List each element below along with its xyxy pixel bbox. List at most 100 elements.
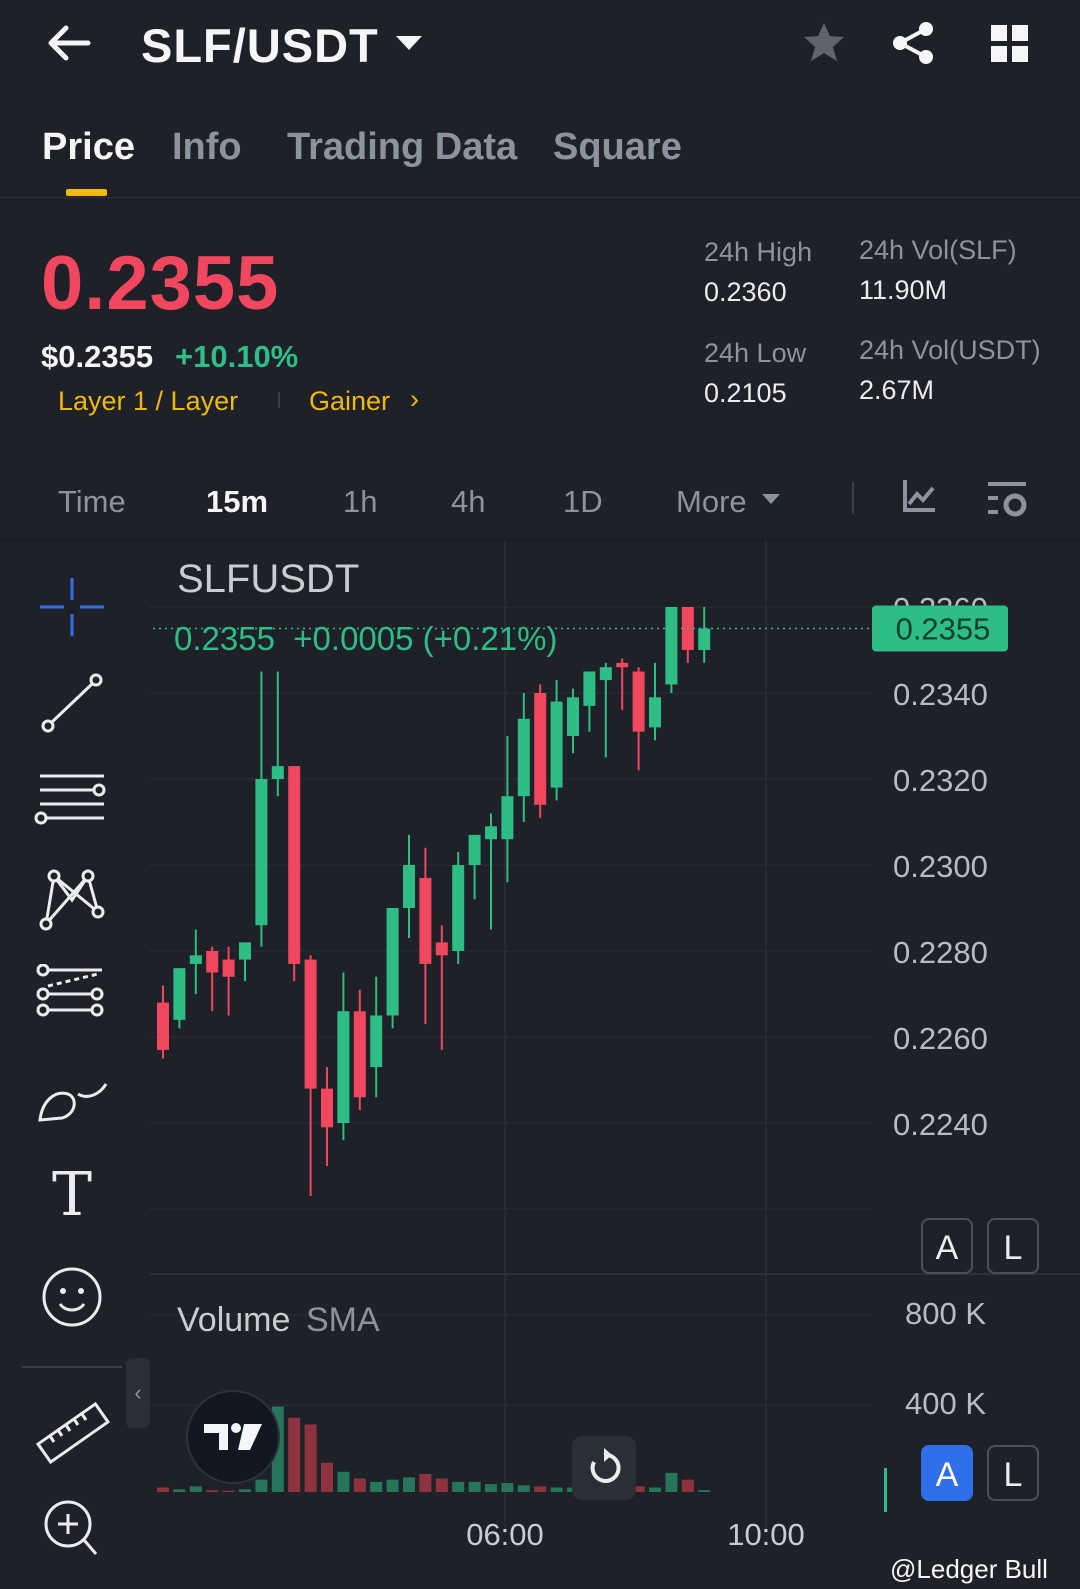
grid-icon[interactable] (990, 24, 1030, 64)
zoom-in-icon[interactable] (32, 1494, 112, 1564)
fib-lines-icon[interactable] (32, 964, 112, 1034)
stat-high-label: 24h High (704, 237, 813, 267)
volume-bar (370, 1481, 383, 1492)
time-axis-0600: 06:00 (466, 1517, 544, 1552)
candle-body (370, 1015, 383, 1068)
stat-vol-usdt-label: 24h Vol(USDT) (859, 335, 1041, 365)
volume-bar (517, 1485, 530, 1492)
volume-axis-800k: 800 K (905, 1296, 986, 1331)
time-axis-1000: 10:00 (727, 1517, 805, 1552)
interval-time[interactable]: Time (58, 484, 126, 520)
log-scale-button[interactable]: L (987, 1218, 1039, 1274)
chevron-right-icon[interactable]: › (410, 384, 419, 415)
caret-down-icon[interactable] (762, 494, 780, 504)
crosshair-icon[interactable] (32, 572, 112, 642)
candle-body (173, 968, 186, 1020)
chart-symbol: SLFUSDT (177, 557, 359, 601)
volume-bar (206, 1490, 219, 1492)
reset-icon (590, 1448, 621, 1483)
stat-low-label: 24h Low (704, 338, 807, 368)
volume-auto-scale-button[interactable]: A (921, 1445, 973, 1501)
volume-bar (501, 1483, 514, 1492)
horizontal-lines-icon[interactable] (32, 770, 112, 840)
candle-body (337, 1011, 350, 1123)
price-axis-label: 0.2300 (893, 849, 988, 884)
volume-bar (386, 1479, 399, 1492)
chart-quote-line: 0.2355 +0.0005 (+0.21%) (174, 620, 557, 657)
volume-log-scale-button[interactable]: L (987, 1445, 1039, 1501)
volume-bar (353, 1478, 366, 1492)
candle-body (616, 662, 629, 668)
candle-body (550, 701, 563, 788)
candle-body (321, 1088, 333, 1128)
interval-1h[interactable]: 1h (343, 484, 377, 520)
volume-label: Volume (177, 1301, 290, 1339)
ruler-icon[interactable] (32, 1398, 112, 1468)
candle-body (599, 667, 612, 681)
tab-trading-data[interactable]: Trading Data (287, 126, 517, 169)
candle-body (403, 865, 415, 908)
candle-body (468, 834, 481, 865)
volume-bar (173, 1489, 186, 1492)
divider (22, 1366, 122, 1368)
candle-body (255, 779, 268, 926)
candle-body (534, 693, 547, 805)
volume-bar (304, 1424, 317, 1492)
candle-body (501, 796, 514, 840)
candle-body (452, 865, 465, 951)
stat-vol-usdt-value: 2.67M (859, 375, 935, 405)
back-arrow-icon[interactable] (44, 20, 94, 66)
volume-bar (468, 1481, 481, 1492)
pattern-icon[interactable] (32, 866, 112, 936)
pair-title[interactable]: SLF/USDT (141, 18, 379, 73)
candle-body (157, 1002, 169, 1050)
indicator-icon[interactable] (901, 478, 937, 514)
interval-4h[interactable]: 4h (451, 484, 485, 520)
candle-body (419, 877, 432, 964)
candlestick-chart[interactable]: SLFUSDT 0.2355 +0.0005 (+0.21%) 0.23600.… (150, 540, 1080, 1589)
candle-body (206, 951, 219, 973)
star-icon[interactable] (801, 20, 847, 66)
auto-scale-button[interactable]: A (921, 1218, 973, 1274)
top-bar: SLF/USDT (0, 0, 1080, 95)
volume-bar (337, 1471, 350, 1492)
candle-body (485, 826, 497, 840)
stat-high-value: 0.2360 (704, 277, 787, 307)
tab-square[interactable]: Square (553, 126, 682, 169)
interval-1d[interactable]: 1D (563, 484, 603, 520)
volume-bar (698, 1490, 711, 1492)
volume-bar (189, 1486, 202, 1492)
brush-icon[interactable] (32, 1064, 112, 1134)
interval-more[interactable]: More (676, 484, 747, 520)
volume-bar (321, 1462, 333, 1492)
caret-down-icon[interactable] (396, 36, 422, 50)
price-axis-label: 0.2280 (893, 935, 988, 970)
reset-chart-button[interactable] (572, 1436, 636, 1500)
text-icon[interactable]: T (32, 1160, 112, 1230)
volume-axis-400k: 400 K (905, 1386, 986, 1421)
tag-gainer[interactable]: Gainer (309, 386, 390, 417)
price-axis-label: 0.2320 (893, 763, 988, 798)
price-axis-label: 0.2240 (893, 1107, 988, 1142)
trend-line-icon[interactable] (32, 670, 112, 740)
tab-price[interactable]: Price (42, 126, 135, 169)
candle-body (271, 766, 284, 779)
chart-settings-icon[interactable] (986, 478, 1030, 520)
tag-layer[interactable]: Layer 1 / Layer (58, 386, 238, 417)
interval-15m[interactable]: 15m (206, 484, 268, 520)
emoji-icon[interactable] (32, 1262, 112, 1332)
candle-body (649, 697, 661, 728)
candle-body (239, 942, 251, 960)
candle-body (353, 1011, 366, 1098)
tab-info[interactable]: Info (172, 126, 242, 169)
share-icon[interactable] (890, 20, 936, 66)
candle-body (583, 671, 596, 706)
divider (0, 197, 1080, 198)
stat-vol-slf-label: 24h Vol(SLF) (859, 235, 1017, 265)
volume-bar (239, 1489, 251, 1492)
candle-body (386, 908, 399, 1016)
volume-bar (534, 1486, 547, 1492)
volume-marker (884, 1468, 887, 1512)
collapse-toolbar-button[interactable]: ‹ (126, 1358, 150, 1428)
candle-body (665, 607, 678, 685)
